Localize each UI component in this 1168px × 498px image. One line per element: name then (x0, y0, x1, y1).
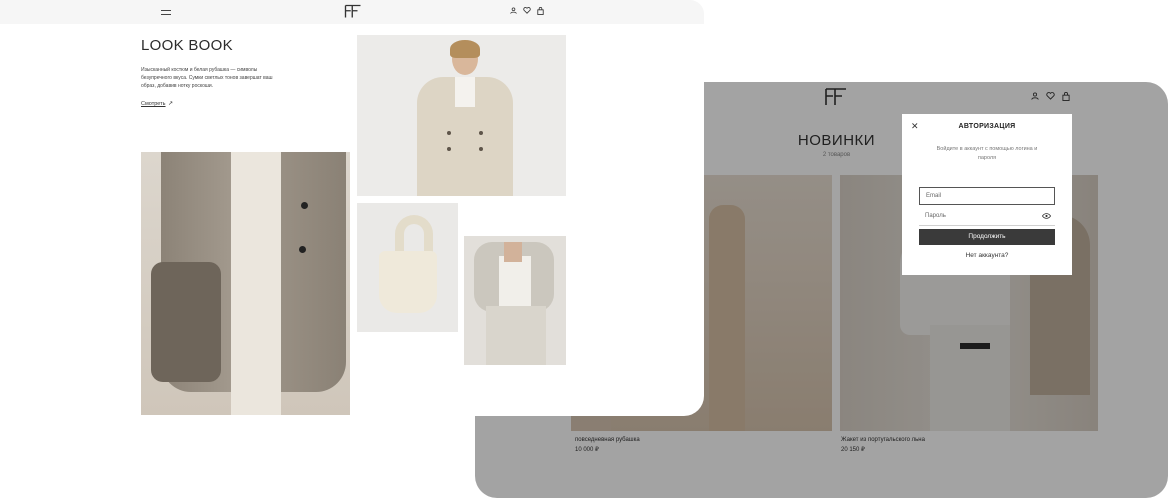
skirt (231, 152, 281, 415)
button-dot (447, 131, 451, 135)
trousers (486, 306, 546, 365)
handbag (151, 262, 221, 382)
button-dot (299, 246, 306, 253)
bag-icon[interactable] (537, 7, 544, 15)
auth-modal-title: АВТОРИЗАЦИЯ (958, 123, 1016, 130)
bag-body (379, 251, 437, 313)
menu-icon[interactable] (161, 10, 171, 15)
photo-suit-model[interactable] (464, 236, 566, 365)
button-dot (447, 147, 451, 151)
user-icon[interactable] (510, 7, 517, 14)
photo-blazer-model[interactable] (357, 35, 566, 196)
lookbook-window: LOOK BOOK Изысканный костюм и белая руба… (0, 0, 704, 416)
email-field[interactable]: Email (919, 187, 1055, 205)
brand-logo[interactable] (344, 4, 362, 19)
password-placeholder: Пароль (925, 213, 946, 219)
button-dot (301, 202, 308, 209)
password-field[interactable]: Пароль (919, 208, 1055, 226)
auth-modal-subtitle: Войдите в аккаунт с помощью логина и пар… (936, 146, 1038, 161)
lookbook-header (0, 0, 704, 24)
no-account-link[interactable]: Нет аккаунта? (902, 252, 1072, 259)
lookbook-description: Изысканный костюм и белая рубашка — симв… (141, 67, 273, 89)
page-title: LOOK BOOK (141, 37, 233, 54)
continue-button[interactable]: Продолжить (919, 229, 1055, 245)
photo-coat-model[interactable] (141, 152, 350, 415)
model-neck (504, 242, 522, 262)
arrow-up-right-icon[interactable]: ↗ (168, 100, 173, 107)
eye-icon[interactable] (1042, 213, 1051, 219)
email-placeholder: Email (926, 193, 942, 199)
photo-white-bag[interactable] (357, 203, 458, 332)
auth-modal: ✕ АВТОРИЗАЦИЯ Войдите в аккаунт с помощь… (902, 114, 1072, 275)
shirt (455, 77, 475, 107)
shirt (499, 256, 531, 306)
model-hair (450, 40, 480, 58)
heart-icon[interactable] (523, 7, 531, 14)
button-dot (479, 147, 483, 151)
button-dot (479, 131, 483, 135)
view-link[interactable]: Смотреть (141, 101, 166, 107)
